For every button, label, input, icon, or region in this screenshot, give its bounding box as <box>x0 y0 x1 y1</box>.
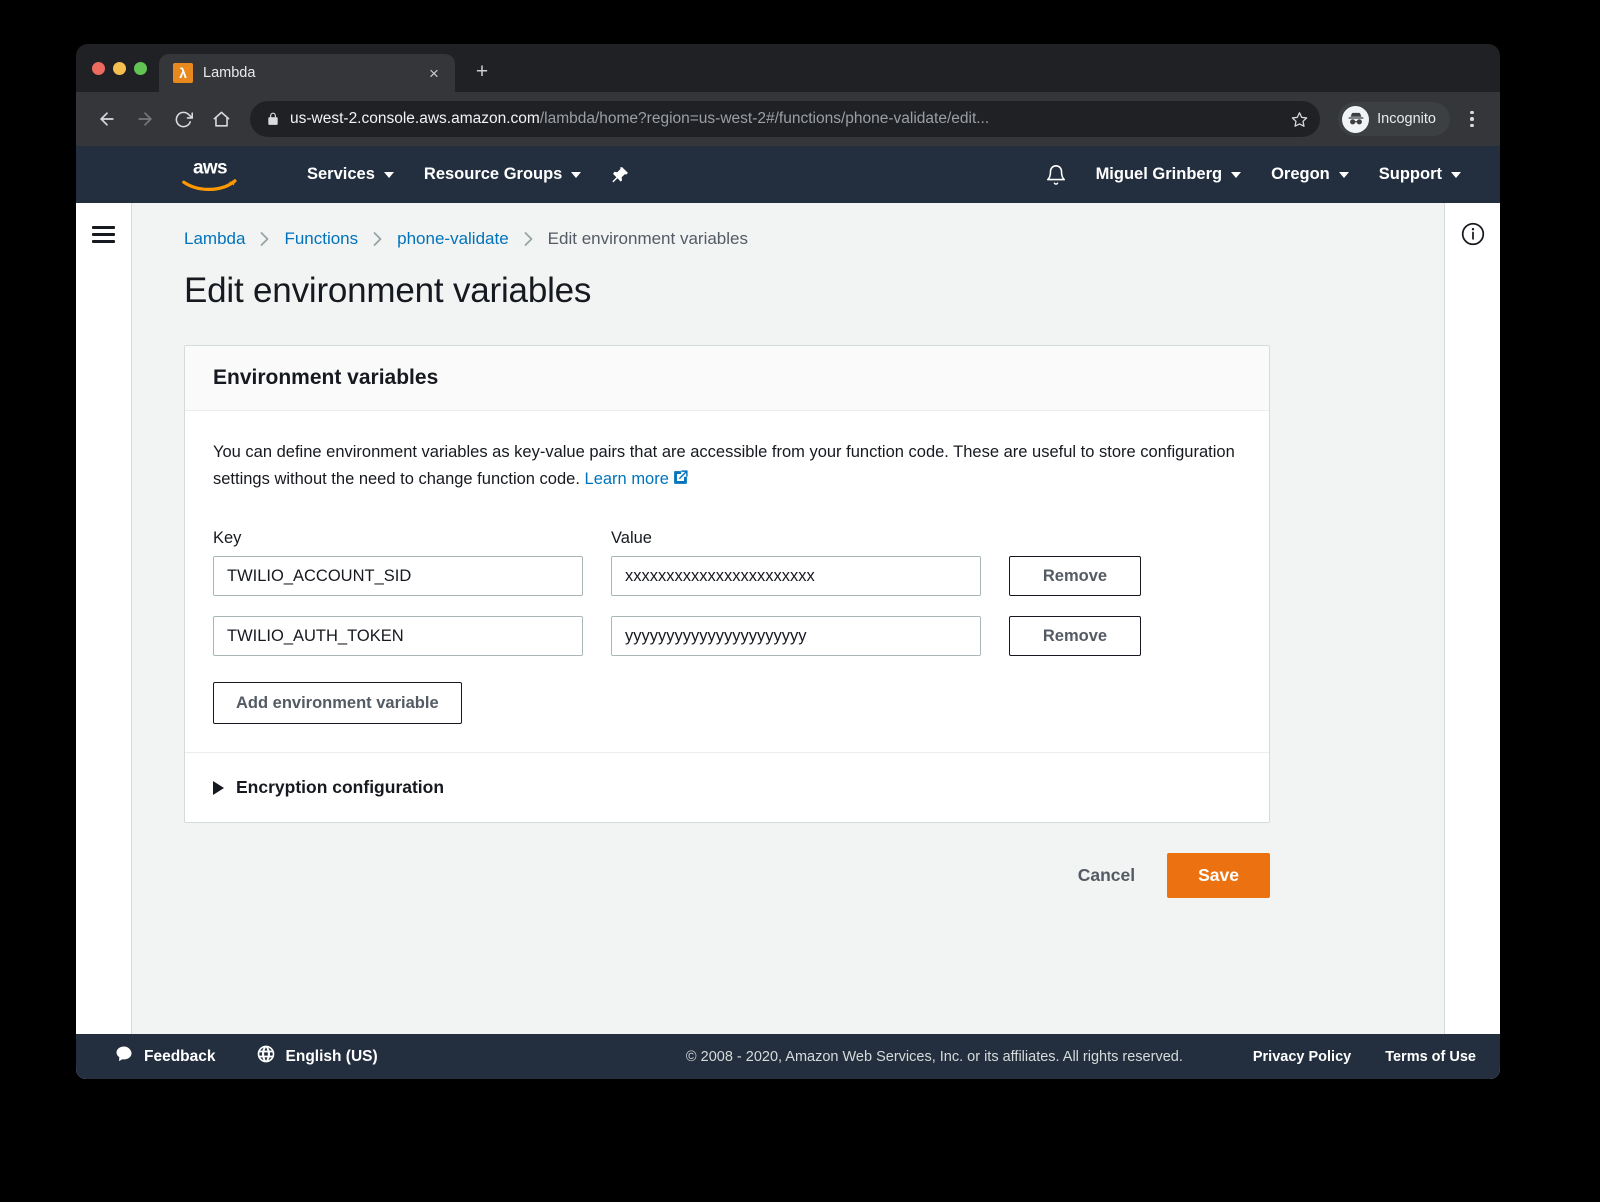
chevron-down-icon <box>383 171 394 178</box>
chevron-down-icon <box>1451 171 1461 178</box>
left-sidebar-rail <box>76 203 132 1034</box>
browser-tab[interactable]: λ Lambda × <box>159 54 455 92</box>
url-host: us-west-2.console.aws.amazon.com <box>290 110 540 127</box>
nav-region-label: Oregon <box>1271 165 1330 183</box>
window-traffic-lights <box>90 44 159 92</box>
nav-services[interactable]: Services <box>292 146 409 203</box>
language-label: English (US) <box>285 1047 378 1065</box>
right-sidebar-rail <box>1444 203 1500 1034</box>
remove-button-2[interactable]: Remove <box>1009 616 1141 657</box>
chevron-down-icon <box>1338 171 1349 178</box>
external-link-icon <box>672 468 689 495</box>
nav-region[interactable]: Oregon <box>1256 146 1364 203</box>
cancel-button[interactable]: Cancel <box>1060 855 1153 896</box>
breadcrumb-item-lambda[interactable]: Lambda <box>184 229 245 249</box>
env-key-input-2[interactable] <box>213 616 583 657</box>
breadcrumb-item-functions[interactable]: Functions <box>284 229 358 249</box>
incognito-label: Incognito <box>1377 111 1436 127</box>
kebab-menu-icon[interactable] <box>1458 102 1486 136</box>
nav-resource-groups-label: Resource Groups <box>423 165 563 183</box>
chevron-right-icon[interactable] <box>213 780 224 795</box>
bell-icon[interactable] <box>1031 164 1081 186</box>
incognito-icon <box>1342 105 1370 133</box>
lambda-icon: λ <box>173 63 193 83</box>
content-frame: Lambda Functions phone-validate Edit env… <box>76 203 1500 1034</box>
kv-column-headers: Key Value <box>213 529 1241 548</box>
pin-icon[interactable] <box>596 165 644 185</box>
breadcrumb: Lambda Functions phone-validate Edit env… <box>184 229 1392 249</box>
terms-of-use-link[interactable]: Terms of Use <box>1385 1049 1476 1065</box>
close-icon[interactable]: × <box>423 62 445 84</box>
reload-icon[interactable] <box>166 102 200 136</box>
browser-tab-strip: λ Lambda × + <box>76 44 1500 92</box>
chevron-down-icon <box>1231 171 1242 178</box>
card-description: You can define environment variables as … <box>213 439 1241 495</box>
environment-variables-card: Environment variables You can define env… <box>184 345 1270 824</box>
language-selector[interactable]: English (US) <box>256 1044 378 1069</box>
info-icon[interactable] <box>1460 221 1486 1034</box>
nav-account-label: Miguel Grinberg <box>1095 165 1223 183</box>
chevron-down-icon <box>571 171 582 178</box>
page-viewport: aws Services Resource Groups Miguel Grin… <box>76 146 1500 1079</box>
hamburger-icon[interactable] <box>92 224 115 1034</box>
minimize-window-button[interactable] <box>113 61 126 75</box>
remove-button-1[interactable]: Remove <box>1009 556 1141 597</box>
nav-resource-groups[interactable]: Resource Groups <box>409 146 596 203</box>
new-tab-button[interactable]: + <box>469 59 495 85</box>
aws-footer: Feedback English (US) © 2008 - 2020, Ama… <box>76 1034 1500 1079</box>
env-var-row: Remove <box>213 616 1241 657</box>
nav-services-label: Services <box>307 165 375 183</box>
nav-account[interactable]: Miguel Grinberg <box>1081 146 1257 203</box>
svg-text:aws: aws <box>193 157 227 178</box>
breadcrumb-separator <box>371 231 384 247</box>
aws-nav-bar: aws Services Resource Groups Miguel Grin… <box>76 146 1500 203</box>
learn-more-label: Learn more <box>584 470 669 489</box>
column-header-key: Key <box>213 529 242 548</box>
url-text: us-west-2.console.aws.amazon.com/lambda/… <box>290 110 1281 128</box>
page-title: Edit environment variables <box>184 271 592 310</box>
home-icon[interactable] <box>204 102 238 136</box>
lock-icon <box>266 112 280 126</box>
env-value-input-1[interactable] <box>611 556 981 597</box>
tab-title: Lambda <box>203 65 256 81</box>
browser-toolbar: us-west-2.console.aws.amazon.com/lambda/… <box>76 92 1500 146</box>
column-header-value: Value <box>611 529 652 548</box>
close-window-button[interactable] <box>92 61 105 75</box>
breadcrumb-separator <box>522 231 535 247</box>
card-title: Environment variables <box>213 366 439 389</box>
form-actions: Cancel Save <box>184 853 1270 928</box>
incognito-indicator[interactable]: Incognito <box>1338 102 1450 136</box>
address-bar[interactable]: us-west-2.console.aws.amazon.com/lambda/… <box>250 101 1321 137</box>
card-description-text: You can define environment variables as … <box>213 443 1235 489</box>
add-environment-variable-button[interactable]: Add environment variable <box>213 682 462 725</box>
privacy-policy-link[interactable]: Privacy Policy <box>1253 1049 1351 1065</box>
card-header: Environment variables <box>185 346 1269 411</box>
env-value-input-2[interactable] <box>611 616 981 657</box>
feedback-label: Feedback <box>144 1047 216 1065</box>
breadcrumb-separator <box>258 231 271 247</box>
encryption-configuration-section[interactable]: Encryption configuration <box>185 752 1269 822</box>
env-key-input-1[interactable] <box>213 556 583 597</box>
globe-icon <box>256 1044 276 1069</box>
nav-support-label: Support <box>1378 165 1442 183</box>
aws-logo[interactable]: aws <box>150 156 270 194</box>
save-button[interactable]: Save <box>1167 853 1270 899</box>
forward-icon[interactable] <box>128 102 162 136</box>
feedback-link[interactable]: Feedback <box>114 1044 216 1069</box>
learn-more-link[interactable]: Learn more <box>585 470 689 488</box>
breadcrumb-item-phone-validate[interactable]: phone-validate <box>397 229 509 249</box>
env-var-row: Remove <box>213 556 1241 597</box>
url-path: /lambda/home?region=us-west-2#/functions… <box>539 110 990 127</box>
feedback-icon <box>114 1044 134 1069</box>
main-content: Lambda Functions phone-validate Edit env… <box>132 203 1444 1034</box>
browser-window: λ Lambda × + us-west-2.console.aws.amazo… <box>76 44 1500 1079</box>
breadcrumb-item-current: Edit environment variables <box>547 229 748 248</box>
maximize-window-button[interactable] <box>134 61 147 75</box>
star-icon[interactable] <box>1291 111 1308 128</box>
card-body: You can define environment variables as … <box>185 411 1269 752</box>
nav-support[interactable]: Support <box>1364 146 1476 203</box>
encryption-configuration-label: Encryption configuration <box>236 777 445 798</box>
back-icon[interactable] <box>90 102 124 136</box>
copyright-text: © 2008 - 2020, Amazon Web Services, Inc.… <box>685 1048 1183 1065</box>
